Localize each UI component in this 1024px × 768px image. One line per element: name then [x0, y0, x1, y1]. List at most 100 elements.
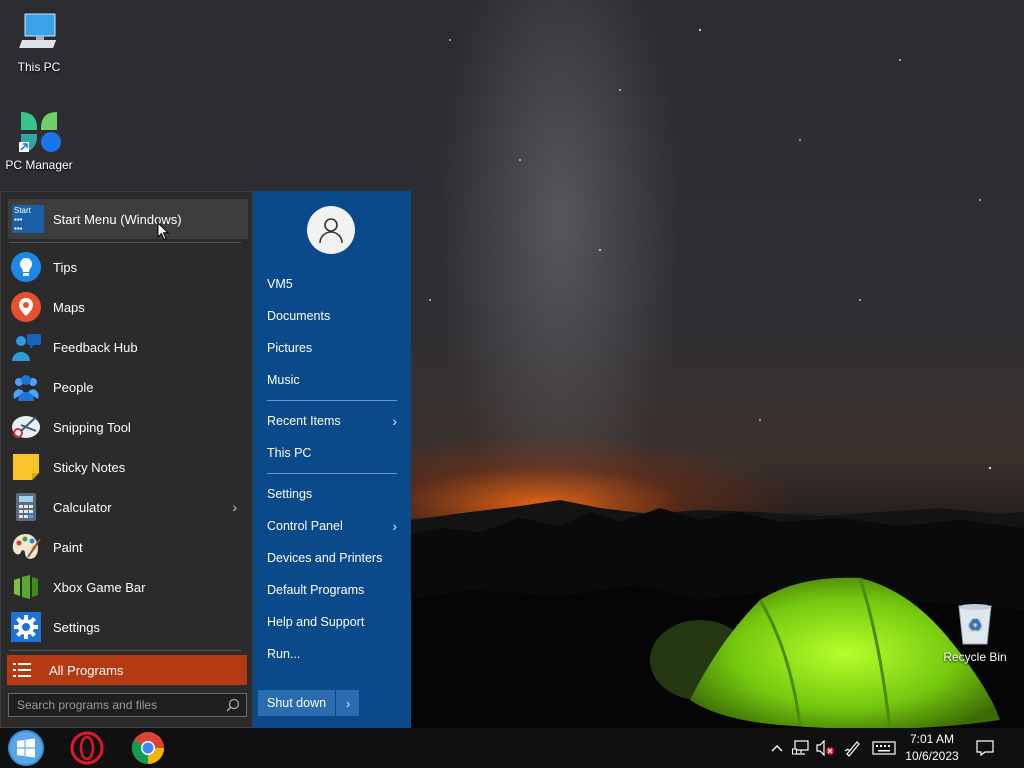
pen-icon — [844, 741, 860, 757]
program-label: Tips — [53, 259, 78, 275]
program-label: Maps — [53, 299, 85, 315]
program-paint[interactable]: Paint — [9, 527, 247, 567]
taskbar-opera-button[interactable] — [67, 730, 107, 766]
taskbar-chrome-button[interactable] — [128, 730, 168, 766]
chevron-right-icon: › — [392, 518, 397, 534]
place-label: Settings — [267, 487, 313, 501]
separator — [267, 400, 397, 401]
search-box[interactable] — [8, 693, 247, 717]
program-sticky-notes[interactable]: Sticky Notes — [9, 447, 247, 487]
program-feedback-hub[interactable]: Feedback Hub — [9, 327, 247, 367]
notification-icon — [976, 740, 994, 756]
place-user-folder[interactable]: VM5 — [267, 272, 397, 296]
place-devices-and-printers[interactable]: Devices and Printers — [267, 546, 397, 570]
chrome-icon — [131, 732, 164, 764]
shutdown-button[interactable]: Shut down › — [258, 690, 359, 716]
chevron-right-icon[interactable]: › — [232, 499, 237, 515]
volume-muted-icon — [816, 740, 834, 756]
separator — [9, 242, 241, 243]
program-label: Feedback Hub — [53, 339, 138, 355]
desktop-icon-pc-manager[interactable]: PC Manager — [1, 108, 77, 172]
all-programs-label: All Programs — [49, 662, 124, 678]
tray-volume-button[interactable] — [814, 728, 836, 768]
start-menu-windows-item[interactable]: Start ▪▪▪ ▪▪▪ Start Menu (Windows) — [8, 199, 248, 239]
shutdown-options-chevron-icon[interactable]: › — [335, 690, 360, 716]
desktop-icon-label: PC Manager — [5, 158, 73, 172]
start-menu-places-pane: VM5 Documents Pictures Music Recent Item… — [253, 191, 411, 728]
place-default-programs[interactable]: Default Programs — [267, 578, 397, 602]
start-tile-icon: Start ▪▪▪ ▪▪▪ — [12, 205, 44, 233]
program-xbox-game-bar[interactable]: Xbox Game Bar — [9, 567, 247, 607]
lightbulb-icon — [9, 250, 43, 284]
program-label: Snipping Tool — [53, 419, 131, 435]
program-maps[interactable]: Maps — [9, 287, 247, 327]
place-settings[interactable]: Settings — [267, 482, 397, 506]
program-label: Settings — [53, 619, 100, 635]
place-label: Recent Items — [267, 414, 341, 428]
shutdown-label: Shut down — [267, 696, 327, 710]
tray-touch-keyboard-button[interactable] — [870, 728, 898, 768]
place-label: Music — [267, 373, 300, 387]
windows-start-icon — [8, 730, 44, 766]
program-label: People — [53, 379, 94, 395]
user-avatar[interactable] — [307, 206, 355, 254]
tray-show-hidden-button[interactable] — [767, 728, 787, 768]
place-run[interactable]: Run... — [267, 642, 397, 666]
tray-notifications-button[interactable] — [972, 728, 998, 768]
place-label: Pictures — [267, 341, 313, 355]
game-bar-icon — [9, 570, 43, 604]
desktop-icon-label: Recycle Bin — [943, 650, 1007, 664]
taskbar: 7:01 AM 10/6/2023 — [0, 728, 1024, 768]
list-icon — [13, 663, 31, 677]
clock-date: 10/6/2023 — [905, 749, 959, 763]
all-programs-button[interactable]: All Programs — [7, 655, 247, 685]
program-calculator[interactable]: Calculator › — [9, 487, 247, 527]
svg-text:♻: ♻ — [968, 615, 982, 634]
program-label: Xbox Game Bar — [53, 579, 146, 595]
place-this-pc[interactable]: This PC — [267, 441, 397, 465]
program-tips[interactable]: Tips — [9, 247, 247, 287]
place-music[interactable]: Music — [267, 368, 397, 392]
map-pin-icon — [9, 290, 43, 324]
clock-time: 7:01 AM — [909, 732, 955, 746]
search-input[interactable] — [15, 697, 219, 713]
people-icon — [9, 370, 43, 404]
gear-icon — [9, 610, 43, 644]
program-label: Sticky Notes — [53, 459, 126, 475]
separator — [9, 650, 241, 651]
program-label: Calculator — [53, 499, 112, 515]
tray-network-button[interactable] — [790, 728, 812, 768]
recycle-bin-icon: ♻ — [951, 600, 999, 648]
feedback-icon — [9, 330, 43, 364]
keyboard-icon — [872, 741, 896, 755]
tray-pen-button[interactable] — [842, 728, 864, 768]
calculator-icon — [9, 490, 43, 524]
chevron-right-icon: › — [392, 413, 397, 429]
place-control-panel[interactable]: Control Panel › — [267, 514, 397, 538]
place-pictures[interactable]: Pictures — [267, 336, 397, 360]
mouse-cursor-icon — [157, 222, 169, 241]
desktop-icon-this-pc[interactable]: This PC — [1, 10, 77, 74]
desktop-icon-recycle-bin[interactable]: ♻ Recycle Bin — [937, 600, 1013, 664]
sticky-note-icon — [9, 450, 43, 484]
place-label: Control Panel — [267, 519, 343, 533]
place-label: Help and Support — [267, 615, 365, 629]
search-icon[interactable] — [226, 698, 240, 712]
user-icon — [319, 218, 343, 244]
tray-clock[interactable]: 7:01 AM 10/6/2023 — [900, 731, 964, 765]
palette-icon — [9, 530, 43, 564]
place-label: VM5 — [267, 277, 293, 291]
place-label: Run... — [267, 647, 301, 661]
place-label: Documents — [267, 309, 331, 323]
chevron-up-icon — [771, 745, 783, 752]
program-snipping-tool[interactable]: Snipping Tool — [9, 407, 247, 447]
place-label: This PC — [267, 446, 312, 460]
place-help-and-support[interactable]: Help and Support — [267, 610, 397, 634]
place-recent-items[interactable]: Recent Items › — [267, 409, 397, 433]
separator — [267, 473, 397, 474]
taskbar-start-button[interactable] — [6, 730, 46, 766]
place-label: Devices and Printers — [267, 551, 383, 565]
program-settings[interactable]: Settings — [9, 607, 247, 647]
program-people[interactable]: People — [9, 367, 247, 407]
place-documents[interactable]: Documents — [267, 304, 397, 328]
